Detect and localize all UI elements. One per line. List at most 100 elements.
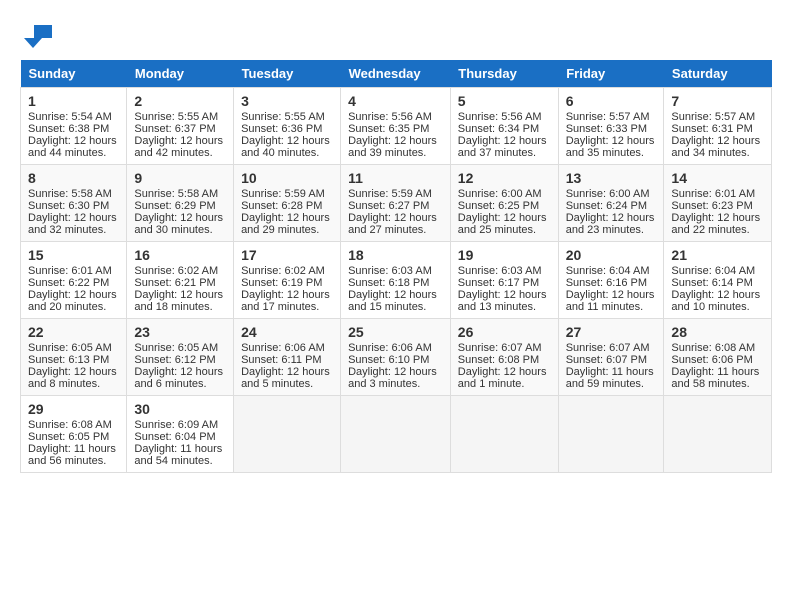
day-info: Sunrise: 6:07 AM	[566, 342, 657, 354]
day-info: Sunrise: 6:06 AM	[241, 342, 333, 354]
day-number: 16	[134, 247, 226, 263]
day-info: Sunset: 6:07 PM	[566, 354, 657, 366]
day-info: and 25 minutes.	[458, 224, 551, 236]
day-info: and 8 minutes.	[28, 378, 119, 390]
day-info: and 35 minutes.	[566, 147, 657, 159]
day-info: Sunrise: 6:00 AM	[458, 188, 551, 200]
day-info: Sunrise: 5:57 AM	[671, 111, 764, 123]
day-info: Sunset: 6:35 PM	[348, 123, 443, 135]
day-number: 27	[566, 324, 657, 340]
day-info: Sunset: 6:27 PM	[348, 200, 443, 212]
calendar-day-2: 2Sunrise: 5:55 AMSunset: 6:37 PMDaylight…	[127, 88, 234, 165]
calendar-day-6: 6Sunrise: 5:57 AMSunset: 6:33 PMDaylight…	[558, 88, 664, 165]
calendar-day-11: 11 Sunrise: 5:59 AMSunset: 6:27 PMDayligh…	[341, 165, 451, 242]
day-info: and 23 minutes.	[566, 224, 657, 236]
day-number: 1	[28, 93, 119, 109]
day-number: 4	[348, 93, 443, 109]
day-info: Sunrise: 5:54 AM	[28, 111, 119, 123]
empty-cell	[450, 396, 558, 473]
day-info: and 42 minutes.	[134, 147, 226, 159]
day-info: Sunrise: 6:06 AM	[348, 342, 443, 354]
calendar-day-14: 14Sunrise: 6:01 AMSunset: 6:23 PMDayligh…	[664, 165, 772, 242]
calendar-day-9: 9Sunrise: 5:58 AMSunset: 6:29 PMDaylight…	[127, 165, 234, 242]
day-info: and 59 minutes.	[566, 378, 657, 390]
day-info: Daylight: 12 hours	[566, 212, 657, 224]
day-info: Sunrise: 6:04 AM	[671, 265, 764, 277]
day-info: Sunrise: 5:55 AM	[241, 111, 333, 123]
day-info: Daylight: 11 hours	[134, 443, 226, 455]
empty-cell	[558, 396, 664, 473]
day-info: Sunrise: 6:07 AM	[458, 342, 551, 354]
day-info: Sunset: 6:22 PM	[28, 277, 119, 289]
day-info: Sunrise: 5:59 AM	[348, 188, 443, 200]
day-info: Sunrise: 6:04 AM	[566, 265, 657, 277]
col-header-thursday: Thursday	[450, 60, 558, 88]
empty-cell	[234, 396, 341, 473]
day-number: 9	[134, 170, 226, 186]
calendar-day-26: 26Sunrise: 6:07 AMSunset: 6:08 PMDayligh…	[450, 319, 558, 396]
day-info: Sunset: 6:31 PM	[671, 123, 764, 135]
day-info: and 10 minutes.	[671, 301, 764, 313]
day-info: Sunset: 6:33 PM	[566, 123, 657, 135]
day-info: Sunset: 6:23 PM	[671, 200, 764, 212]
day-info: Sunset: 6:16 PM	[566, 277, 657, 289]
day-info: Daylight: 12 hours	[241, 289, 333, 301]
day-info: Sunset: 6:38 PM	[28, 123, 119, 135]
day-number: 25	[348, 324, 443, 340]
day-number: 30	[134, 401, 226, 417]
day-info: Sunset: 6:13 PM	[28, 354, 119, 366]
day-info: Sunrise: 5:58 AM	[28, 188, 119, 200]
calendar-day-16: 16 Sunrise: 6:02 AMSunset: 6:21 PMDayligh…	[127, 242, 234, 319]
day-info: Sunset: 6:10 PM	[348, 354, 443, 366]
calendar-day-29: 29Sunrise: 6:08 AMSunset: 6:05 PMDayligh…	[21, 396, 127, 473]
day-info: Daylight: 12 hours	[28, 289, 119, 301]
day-info: and 56 minutes.	[28, 455, 119, 467]
day-info: and 32 minutes.	[28, 224, 119, 236]
day-info: Sunset: 6:05 PM	[28, 431, 119, 443]
calendar-day-18: 18Sunrise: 6:03 AMSunset: 6:18 PMDayligh…	[341, 242, 451, 319]
day-info: Sunset: 6:29 PM	[134, 200, 226, 212]
day-info: Daylight: 12 hours	[348, 366, 443, 378]
day-number: 18	[348, 247, 443, 263]
day-info: and 15 minutes.	[348, 301, 443, 313]
day-number: 29	[28, 401, 119, 417]
day-info: Daylight: 12 hours	[28, 366, 119, 378]
calendar-day-8: 8Sunrise: 5:58 AMSunset: 6:30 PMDaylight…	[21, 165, 127, 242]
day-info: and 37 minutes.	[458, 147, 551, 159]
day-info: Sunrise: 6:08 AM	[28, 419, 119, 431]
day-number: 11	[348, 170, 443, 186]
day-info: Daylight: 12 hours	[458, 289, 551, 301]
day-info: Daylight: 12 hours	[28, 212, 119, 224]
calendar-day-24: 24Sunrise: 6:06 AMSunset: 6:11 PMDayligh…	[234, 319, 341, 396]
col-header-friday: Friday	[558, 60, 664, 88]
day-info: Daylight: 12 hours	[134, 135, 226, 147]
day-number: 17	[241, 247, 333, 263]
day-info: Sunrise: 6:09 AM	[134, 419, 226, 431]
day-number: 5	[458, 93, 551, 109]
day-info: Sunrise: 6:05 AM	[134, 342, 226, 354]
day-info: and 58 minutes.	[671, 378, 764, 390]
day-number: 21	[671, 247, 764, 263]
day-number: 12	[458, 170, 551, 186]
day-info: Daylight: 12 hours	[28, 135, 119, 147]
day-info: Sunset: 6:21 PM	[134, 277, 226, 289]
day-number: 3	[241, 93, 333, 109]
day-info: Daylight: 11 hours	[671, 366, 764, 378]
day-info: Daylight: 12 hours	[671, 289, 764, 301]
calendar-day-27: 27Sunrise: 6:07 AMSunset: 6:07 PMDayligh…	[558, 319, 664, 396]
day-info: Sunset: 6:25 PM	[458, 200, 551, 212]
day-info: Sunrise: 6:08 AM	[671, 342, 764, 354]
day-info: Sunrise: 6:02 AM	[134, 265, 226, 277]
calendar-day-15: 15Sunrise: 6:01 AMSunset: 6:22 PMDayligh…	[21, 242, 127, 319]
day-info: Daylight: 12 hours	[134, 289, 226, 301]
col-header-saturday: Saturday	[664, 60, 772, 88]
day-info: and 22 minutes.	[671, 224, 764, 236]
calendar-day-17: 17Sunrise: 6:02 AMSunset: 6:19 PMDayligh…	[234, 242, 341, 319]
day-info: and 44 minutes.	[28, 147, 119, 159]
day-info: and 40 minutes.	[241, 147, 333, 159]
day-info: Daylight: 12 hours	[241, 212, 333, 224]
day-info: Sunrise: 6:01 AM	[671, 188, 764, 200]
day-info: Daylight: 12 hours	[348, 212, 443, 224]
col-header-sunday: Sunday	[21, 60, 127, 88]
day-info: Sunrise: 6:01 AM	[28, 265, 119, 277]
